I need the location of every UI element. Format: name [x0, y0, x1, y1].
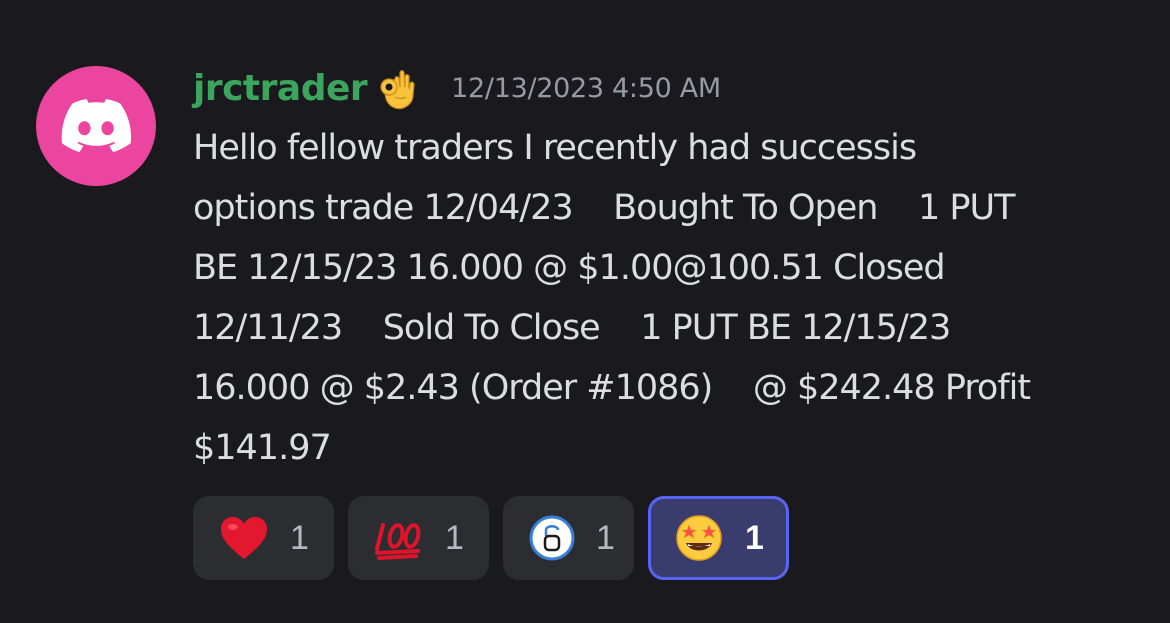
message-line: 12/11/23 Sold To Close 1 PUT BE 12/15/23	[193, 308, 951, 348]
timestamp: 12/13/2023 4:50 AM	[451, 72, 721, 104]
reaction-hundred-button[interactable]: 1	[348, 496, 489, 580]
star-struck-icon	[673, 512, 725, 564]
hundred-points-icon	[373, 512, 425, 564]
unlocked-icon	[528, 512, 576, 564]
message-line: $141.97	[193, 428, 332, 468]
reaction-star-struck-button[interactable]: 1	[648, 496, 789, 580]
ok-hand-icon	[373, 64, 421, 112]
red-heart-icon	[218, 512, 270, 564]
message-line: 16.000 @ $2.43 (Order #1086) @ $242.48 P…	[193, 368, 1031, 408]
message-header: jrctrader 12/13/2023 4:50 AM	[193, 58, 721, 118]
reaction-count: 1	[290, 518, 309, 557]
username[interactable]: jrctrader	[193, 68, 368, 109]
chat-message: jrctrader 12/13/2023 4:50 AM Hello fello…	[0, 0, 1170, 623]
avatar[interactable]	[36, 66, 156, 186]
reaction-count: 1	[445, 518, 464, 557]
reaction-count: 1	[745, 518, 764, 557]
message-line: options trade 12/04/23 Bought To Open 1 …	[193, 188, 1015, 228]
discord-logo-icon	[61, 99, 131, 153]
message-line: BE 12/15/23 16.000 @ $1.00@100.51 Closed	[193, 248, 946, 288]
reaction-count: 1	[596, 518, 615, 557]
reaction-heart-button[interactable]: 1	[193, 496, 334, 580]
reaction-unlocked-button[interactable]: 1	[503, 496, 634, 580]
message-line: Hello fellow traders I recently had succ…	[193, 128, 917, 168]
message-content: Hello fellow traders I recently had succ…	[193, 118, 1153, 478]
reaction-bar: 1 1 1 1	[193, 496, 789, 580]
